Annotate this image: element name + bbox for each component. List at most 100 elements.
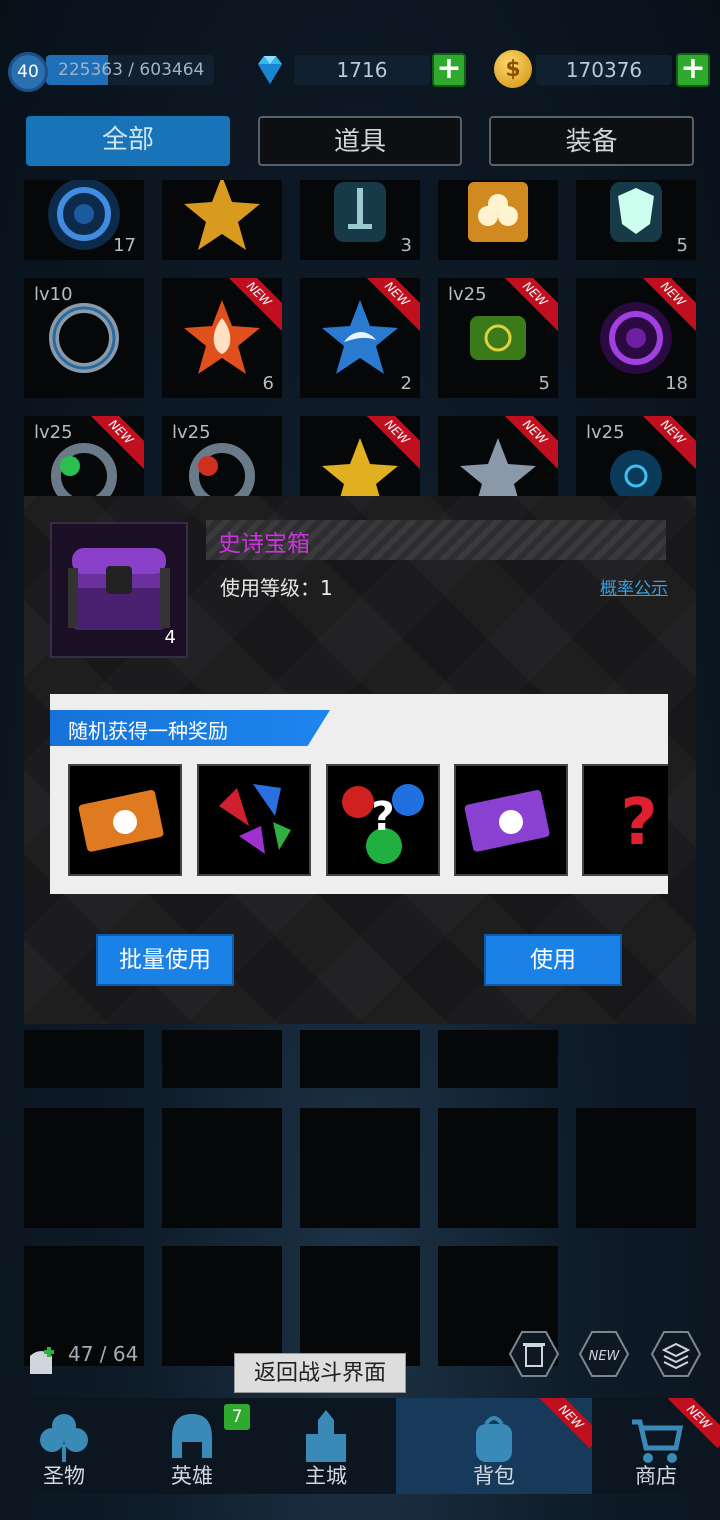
bag-capacity: 47 / 64 xyxy=(68,1342,139,1366)
reward-banner: 随机获得一种奖励 xyxy=(50,710,330,746)
inventory-slot[interactable]: 5 xyxy=(576,180,696,260)
purple-ticket-icon xyxy=(464,789,550,852)
blue-vortex-icon xyxy=(48,180,120,250)
inventory-slot[interactable]: NEW xyxy=(300,416,420,496)
diamond-icon xyxy=(258,56,282,84)
bag-capacity-icon xyxy=(30,1347,54,1374)
inventory-slot[interactable]: NEW xyxy=(438,416,558,496)
xp-text: 225363 / 603464 xyxy=(58,60,205,80)
nav-label: 主城 xyxy=(305,1464,347,1488)
player-level-badge: 40 xyxy=(8,52,48,92)
inventory-slot[interactable]: 3 xyxy=(300,180,420,260)
item-detail-panel: 4 史诗宝箱 使用等级：1 概率公示 随机获得一种奖励 ? ? 批量使用 使用 xyxy=(24,496,696,1024)
empty-slot[interactable] xyxy=(24,1108,144,1228)
coin-counter: 170376 xyxy=(536,55,672,85)
gold-star-icon xyxy=(322,438,398,496)
item-count: 3 xyxy=(400,235,412,256)
item-level: lv25 xyxy=(34,422,73,443)
add-gems-button[interactable]: + xyxy=(432,53,466,87)
nav-relic[interactable]: 圣物 xyxy=(0,1398,128,1494)
reward-item[interactable] xyxy=(197,764,311,876)
inventory-slot[interactable]: NEW 2 xyxy=(300,278,420,398)
question-icon: ? xyxy=(620,786,657,860)
item-count: 4 xyxy=(164,627,176,648)
empty-slot[interactable] xyxy=(576,1108,696,1228)
nav-label: 商店 xyxy=(635,1464,677,1488)
item-count: 2 xyxy=(400,373,412,394)
nav-label: 背包 xyxy=(473,1464,515,1488)
reward-item[interactable] xyxy=(68,764,182,876)
hero-count-badge: 7 xyxy=(224,1404,250,1430)
use-level: 使用等级：1 xyxy=(220,576,333,600)
coin-value: 170376 xyxy=(565,58,643,82)
item-count: 17 xyxy=(113,235,136,256)
nav-main-city[interactable]: 主城 xyxy=(256,1398,396,1494)
item-count: 5 xyxy=(676,235,688,256)
svg-text:NEW: NEW xyxy=(589,1349,621,1364)
item-count: 18 xyxy=(665,373,688,394)
empty-slot[interactable] xyxy=(300,1030,420,1088)
inventory-slot[interactable]: NEW lv25 xyxy=(576,416,696,496)
empty-slot[interactable] xyxy=(162,1030,282,1088)
coin-icon: $ xyxy=(494,50,532,88)
inventory-slot[interactable]: lv10 xyxy=(24,278,144,398)
gem-pile-icon xyxy=(219,784,291,854)
new-filter-icon[interactable]: NEW xyxy=(578,1330,630,1378)
green-ring-icon xyxy=(51,443,117,496)
item-name: 史诗宝箱 xyxy=(218,531,310,557)
reward-item[interactable]: ? xyxy=(582,764,668,876)
item-preview: 4 xyxy=(50,522,188,658)
inventory-slot[interactable]: NEW lv25 xyxy=(24,416,144,496)
trash-icon[interactable] xyxy=(508,1330,560,1378)
backpack-icon xyxy=(476,1416,512,1462)
new-badge: NEW xyxy=(539,1398,592,1449)
nav-label: 英雄 xyxy=(171,1464,213,1488)
svg-text:?: ? xyxy=(620,786,657,860)
reward-panel: 随机获得一种奖励 ? ? xyxy=(50,694,668,894)
empty-slot[interactable] xyxy=(300,1108,420,1228)
tab-all[interactable]: 全部 xyxy=(26,116,230,166)
item-count: 5 xyxy=(538,373,550,394)
nav-bag[interactable]: NEW 背包 xyxy=(396,1398,592,1494)
inventory-slot[interactable]: NEW lv25 5 xyxy=(438,278,558,398)
inventory-slot[interactable]: NEW 6 xyxy=(162,278,282,398)
clover-puzzle-icon xyxy=(468,182,528,242)
svg-text:?: ? xyxy=(371,794,394,840)
stack-icon[interactable] xyxy=(650,1330,702,1378)
orange-ticket-icon xyxy=(78,789,164,852)
add-coins-button[interactable]: + xyxy=(676,53,710,87)
return-battle-tooltip[interactable]: 返回战斗界面 xyxy=(234,1353,406,1393)
reward-item[interactable]: ? xyxy=(326,764,440,876)
inventory-slot[interactable] xyxy=(162,180,282,260)
use-button[interactable]: 使用 xyxy=(484,934,622,986)
nav-label: 圣物 xyxy=(43,1464,85,1488)
cart-icon xyxy=(632,1419,684,1463)
dragon-ring-icon xyxy=(49,303,119,373)
resource-bar: 225363 / 603464 40 1716 + $ 170376 + xyxy=(0,40,720,100)
tab-items[interactable]: 道具 xyxy=(258,116,462,166)
clover-icon xyxy=(40,1414,88,1462)
batch-use-button[interactable]: 批量使用 xyxy=(96,934,234,986)
probability-link[interactable]: 概率公示 xyxy=(600,574,668,599)
tab-equipment[interactable]: 装备 xyxy=(489,116,694,166)
gold-star-icon xyxy=(184,180,260,250)
nav-shop[interactable]: NEW 商店 xyxy=(592,1398,720,1494)
empty-slot[interactable] xyxy=(162,1246,282,1366)
inventory-slot[interactable]: 17 xyxy=(24,180,144,260)
empty-slot[interactable] xyxy=(438,1030,558,1088)
empty-slot[interactable] xyxy=(300,1246,420,1366)
inventory-slot[interactable]: lv25 xyxy=(162,416,282,496)
scroll-icon xyxy=(470,316,526,360)
red-ring-icon xyxy=(189,443,255,496)
item-level: lv25 xyxy=(586,422,625,443)
silver-star-icon xyxy=(460,438,536,496)
item-level: lv25 xyxy=(448,284,487,305)
item-level: lv25 xyxy=(172,422,211,443)
mystery-gems-icon: ? xyxy=(342,784,424,864)
inventory-slot[interactable]: NEW 18 xyxy=(576,278,696,398)
reward-item[interactable] xyxy=(454,764,568,876)
empty-slot[interactable] xyxy=(24,1030,144,1088)
inventory-slot[interactable] xyxy=(438,180,558,260)
empty-slot[interactable] xyxy=(438,1108,558,1228)
empty-slot[interactable] xyxy=(162,1108,282,1228)
